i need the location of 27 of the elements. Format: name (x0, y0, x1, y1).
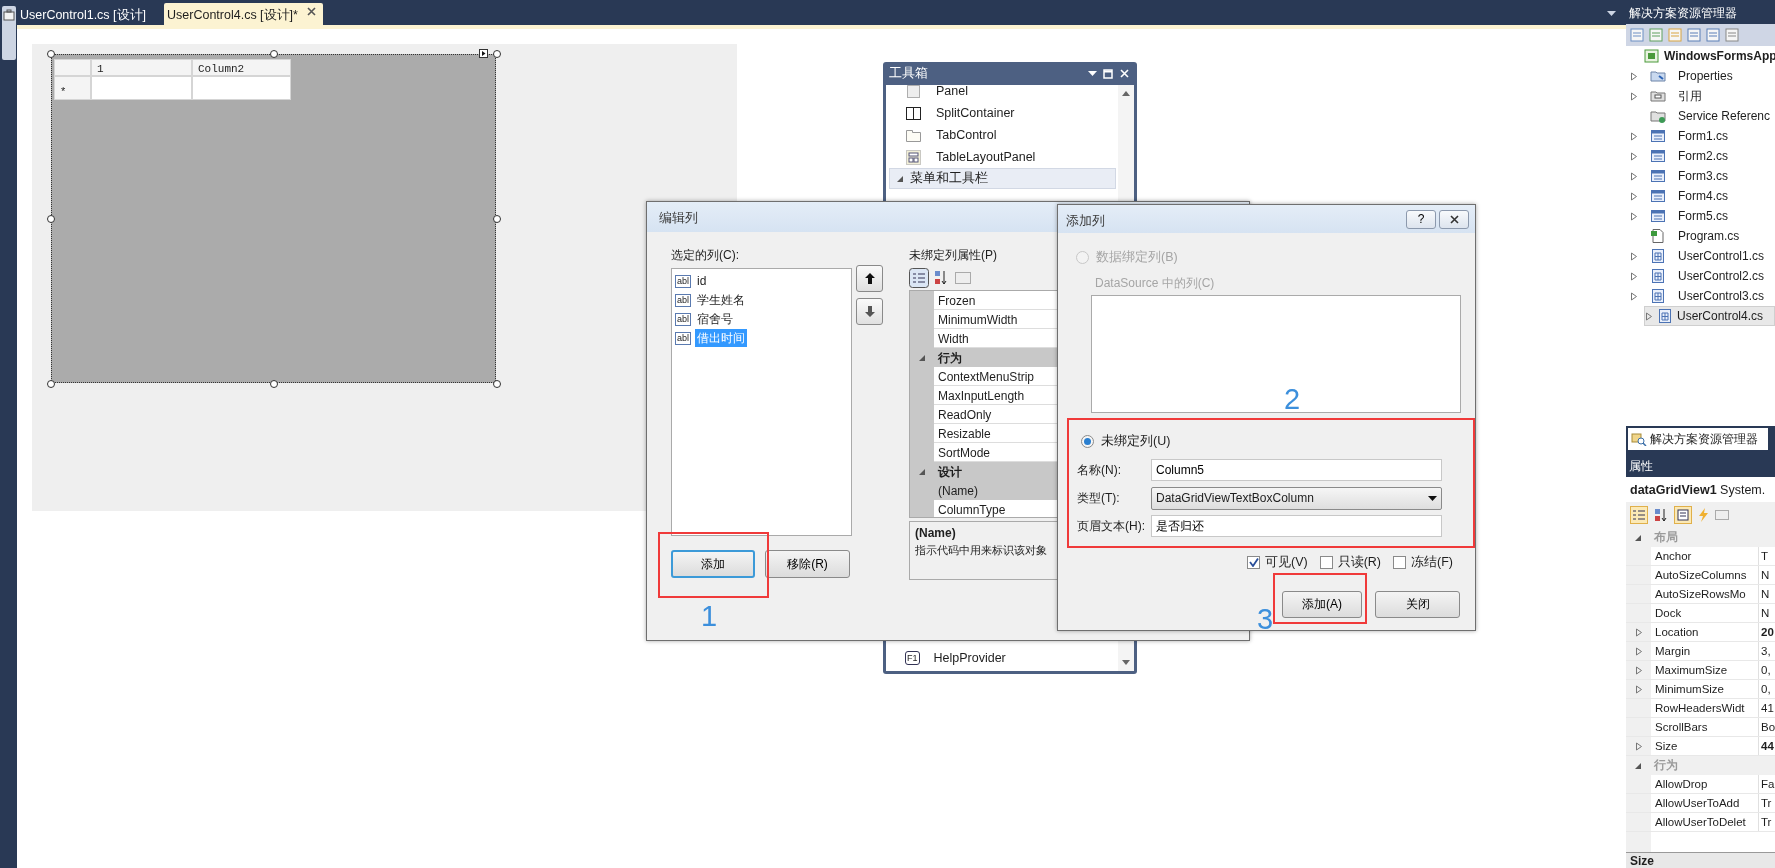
field-label: 类型(T): (1076, 490, 1121, 507)
category-label: 布局 (1654, 529, 1678, 545)
text-column-icon: abl (675, 331, 691, 345)
object-name: dataGridView1 (1630, 483, 1717, 497)
dialog-title: 编辑列 (659, 210, 698, 225)
field-label: 页眉文本(H): (1076, 518, 1146, 535)
object-type: System. (1720, 483, 1766, 497)
category-label: 行为 (1654, 757, 1678, 773)
key-icon: F1 (905, 651, 920, 665)
text-column-icon: abl (675, 274, 691, 288)
description-title: (Name) (915, 525, 956, 542)
description-text: 指示代码中用来标识该对象 (915, 543, 1047, 558)
dialog-title: 添加列 (1066, 213, 1105, 230)
annotation-number: 3 (1257, 605, 1274, 634)
annotation-number: 2 (1284, 385, 1301, 414)
description-title: Size (1626, 852, 1775, 868)
annotation-number: 1 (701, 602, 718, 631)
panel-title: 解决方案资源管理器 (1628, 5, 1738, 22)
row-header: * (54, 76, 91, 100)
text-column-icon: abl (675, 312, 691, 326)
text-column-icon: abl (675, 293, 691, 307)
window-title: 工具箱 (889, 65, 929, 83)
field-label: 名称(N): (1076, 462, 1122, 479)
field-label: DataSource 中的列(C) (1095, 275, 1215, 292)
panel-title: 属性 (1628, 458, 1654, 475)
field-label: 未绑定列属性(P) (909, 247, 997, 264)
field-label: 选定的列(C): (671, 247, 739, 264)
